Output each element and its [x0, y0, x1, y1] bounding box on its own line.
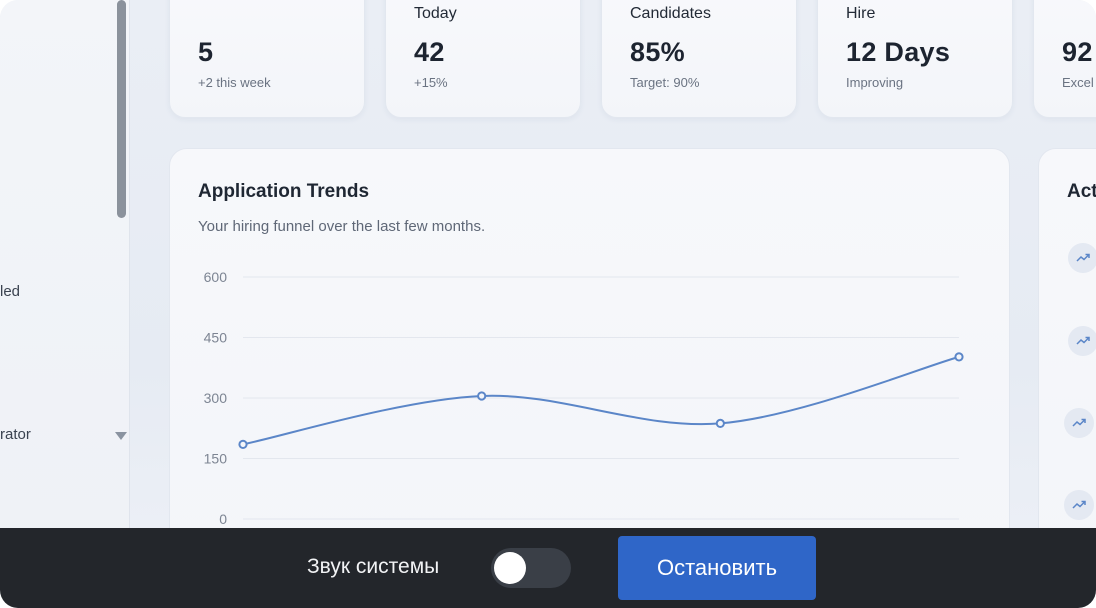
- y-tick-label: 0: [219, 511, 227, 527]
- system-sound-toggle[interactable]: [491, 548, 571, 588]
- trending-up-icon: [1068, 326, 1096, 356]
- y-tick-label: 600: [204, 269, 228, 285]
- sidebar-item-label[interactable]: rator: [0, 426, 31, 443]
- stat-label: Today: [414, 5, 457, 22]
- app-window: led rator 5 +2 this week Today 42 +15% C…: [0, 0, 1096, 608]
- trending-up-icon: [1068, 243, 1096, 273]
- data-point[interactable]: [954, 352, 964, 362]
- stat-sub: Excel: [1062, 75, 1094, 90]
- activity-panel: Act: [1038, 148, 1096, 588]
- application-trends-panel: Application Trends Your hiring funnel ov…: [169, 148, 1010, 588]
- system-sound-label: Звук системы: [307, 555, 440, 578]
- trending-up-icon: [1064, 408, 1094, 438]
- data-point[interactable]: [477, 391, 487, 401]
- stat-card-satisfaction: 92 Excel: [1033, 0, 1096, 118]
- stop-button[interactable]: Остановить: [618, 536, 816, 600]
- trend-chart: 600 450 300 150 0: [204, 269, 964, 527]
- panel-title: Act: [1067, 181, 1096, 202]
- data-point[interactable]: [238, 439, 248, 449]
- data-point[interactable]: [715, 418, 725, 429]
- stat-card-open-positions: 5 +2 this week: [169, 0, 365, 118]
- stat-sub: Improving: [846, 75, 904, 90]
- y-tick-label: 450: [204, 330, 228, 346]
- stat-value: 5: [198, 37, 214, 67]
- toggle-knob[interactable]: [494, 552, 526, 584]
- trending-up-icon: [1064, 490, 1094, 520]
- sidebar-scrollbar[interactable]: [117, 0, 126, 218]
- stat-card-qualified-candidates: Candidates 85% Target: 90%: [601, 0, 797, 118]
- stat-value: 12 Days: [846, 37, 951, 67]
- stat-value: 92: [1062, 37, 1093, 67]
- series-line: [242, 355, 960, 446]
- stat-card-time-to-hire: Hire 12 Days Improving: [817, 0, 1013, 118]
- caret-down-icon[interactable]: [115, 432, 127, 440]
- stat-sub: +2 this week: [198, 75, 271, 90]
- stat-sub: +15%: [414, 75, 448, 90]
- stat-sub: Target: 90%: [630, 75, 700, 90]
- system-bar: Звук системы Остановить: [0, 528, 1096, 608]
- sidebar: led rator: [0, 0, 130, 608]
- y-tick-label: 300: [204, 390, 228, 406]
- stat-label: Candidates: [630, 5, 711, 22]
- stat-value: 85%: [630, 37, 685, 67]
- stat-value: 42: [414, 37, 445, 67]
- y-tick-label: 150: [204, 451, 228, 467]
- stat-label: Hire: [846, 5, 876, 22]
- sidebar-item-label[interactable]: led: [0, 283, 20, 300]
- stat-card-applications-today: Today 42 +15%: [385, 0, 581, 118]
